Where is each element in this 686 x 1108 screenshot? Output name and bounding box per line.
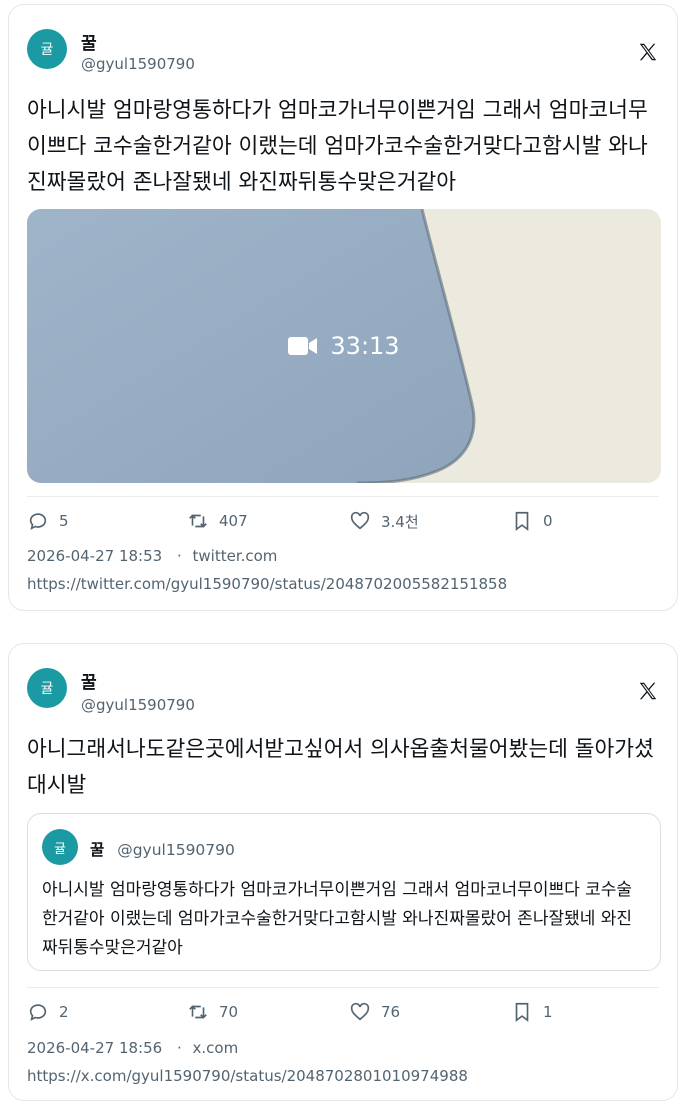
tweet-url[interactable]: https://twitter.com/gyul1590790/status/2… [27,575,507,593]
retweet-button[interactable]: 70 [187,1001,238,1023]
retweet-icon [189,1005,207,1019]
author-name[interactable]: 꿀 [81,29,97,54]
meta-separator: · [176,547,182,565]
x-logo-icon[interactable] [637,680,659,702]
reply-icon [29,513,47,530]
bookmark-button[interactable]: 0 [511,510,553,532]
tweet-url[interactable]: https://x.com/gyul1590790/status/2048702… [27,1067,468,1085]
tweet-meta: 2026-04-27 18:56 · x.com [27,1039,238,1057]
action-bar: 5 407 3.4천 0 [27,510,659,540]
quoted-header: 꿀 @gyul1590790 [90,838,235,860]
retweet-count: 407 [219,512,248,530]
author-handle[interactable]: @gyul1590790 [81,696,195,714]
divider [27,496,659,497]
tweet-text: 아니시발 엄마랑영통하다가 엄마코가너무이쁜거임 그래서 엄마코너무이쁘다 코수… [27,98,648,195]
quoted-tweet[interactable]: 귤 꿀 @gyul1590790 아니시발 엄마랑영통하다가 엄마코가너무이쁜거… [27,813,661,971]
heart-icon [350,511,370,530]
tweet-source[interactable]: x.com [193,1039,239,1057]
quoted-author-handle[interactable]: @gyul1590790 [117,841,235,859]
like-count: 3.4천 [381,512,419,531]
reply-button[interactable]: 5 [27,510,69,532]
bookmark-count: 0 [543,512,553,530]
meta-separator: · [176,1039,182,1057]
action-bar: 2 70 76 1 [27,1001,659,1031]
bookmark-button[interactable]: 1 [511,1001,553,1023]
reply-count: 2 [59,1003,69,1021]
tweet-date[interactable]: 2026-04-27 18:53 [27,547,162,565]
avatar[interactable]: 귤 [27,668,67,708]
like-button[interactable]: 76 [349,1001,400,1023]
tweet-card[interactable]: 귤 꿀 @gyul1590790 아니그래서나도같은곳에서받고싶어서 의사옵출처… [8,643,678,1101]
tweet-meta: 2026-04-27 18:53 · twitter.com [27,547,277,565]
like-count: 76 [381,1003,401,1021]
divider [27,987,659,988]
tweet-source[interactable]: twitter.com [193,547,278,565]
video-duration: 33:13 [330,332,400,360]
reply-count: 5 [59,512,69,530]
retweet-count: 70 [219,1003,239,1021]
tweet-date[interactable]: 2026-04-27 18:56 [27,1039,162,1057]
like-button[interactable]: 3.4천 [349,510,419,532]
retweet-icon [189,514,207,528]
quoted-avatar[interactable]: 귤 [42,829,78,865]
video-camera-icon [288,337,318,355]
author-name[interactable]: 꿀 [81,668,97,693]
reply-icon [29,1004,47,1021]
tweet-card[interactable]: 귤 꿀 @gyul1590790 아니시발 엄마랑영통하다가 엄마코가너무이쁜거… [8,4,678,611]
retweet-button[interactable]: 407 [187,510,248,532]
reply-button[interactable]: 2 [27,1001,69,1023]
x-logo-icon[interactable] [637,41,659,63]
avatar[interactable]: 귤 [27,29,67,69]
quoted-text: 아니시발 엄마랑영통하다가 엄마코가너무이쁜거임 그래서 엄마코너무이쁘다 코수… [42,880,633,958]
bookmark-count: 1 [543,1003,553,1021]
heart-icon [350,1002,370,1021]
bookmark-icon [515,1002,529,1022]
tweet-text: 아니그래서나도같은곳에서받고싶어서 의사옵출처물어봤는데 돌아가셨대시발 [27,737,654,798]
author-handle[interactable]: @gyul1590790 [81,55,195,73]
video-thumbnail[interactable]: 33:13 [27,209,661,483]
quoted-author-name[interactable]: 꿀 [90,841,104,859]
bookmark-icon [515,511,529,531]
